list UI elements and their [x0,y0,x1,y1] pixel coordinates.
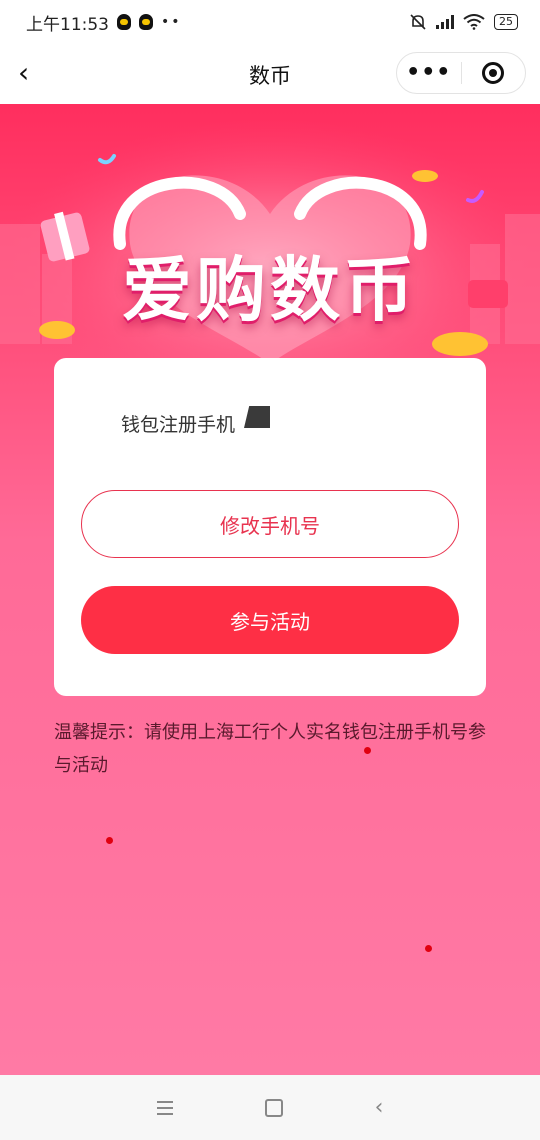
wifi-icon [463,14,485,30]
red-dot [364,747,371,754]
nav-bar: ‹ 数币 ••• [0,44,540,104]
registered-phone-label: 钱包注册手机 [121,414,236,436]
qq-icon [117,14,131,30]
more-icon[interactable]: ••• [397,53,461,93]
qq-icon [139,14,153,30]
close-mini-program-button[interactable] [462,62,526,84]
mini-program-capsule: ••• [396,52,526,94]
tip-text: 温馨提示：请使用上海工行个人实名钱包注册手机号参与活动 [54,722,486,776]
main-content: 爱购数币 钱包注册手机 修改手机号 参与活动 温馨提示：请使用上海工行个人实名钱… [0,104,540,1075]
banner-title: 爱购数币 [122,249,418,331]
phone-card: 钱包注册手机 修改手机号 参与活动 [54,358,486,696]
battery-icon: 25 [494,14,518,30]
clock: 上午11:53 [26,14,109,35]
menu-icon[interactable] [156,1100,173,1115]
status-right: 25 [409,13,518,31]
red-dot [425,945,432,952]
close-mini-program-icon [482,62,505,84]
coin-icon [412,170,438,182]
status-bar: 上午11:53 •• 25 [0,0,540,44]
masked-phone-number [244,406,270,428]
status-left: 上午11:53 •• [26,10,182,35]
notification-dots: •• [161,14,182,30]
home-icon[interactable] [264,1098,283,1117]
coin-icon [432,332,488,356]
signal-icon [436,15,454,29]
system-back-icon[interactable]: ‹ [375,1095,384,1120]
join-activity-button[interactable]: 参与活动 [81,586,459,654]
system-nav-bar: ‹ [0,1075,540,1140]
mute-bell-icon [410,14,426,30]
red-dot [106,837,113,844]
change-phone-button[interactable]: 修改手机号 [81,490,459,558]
